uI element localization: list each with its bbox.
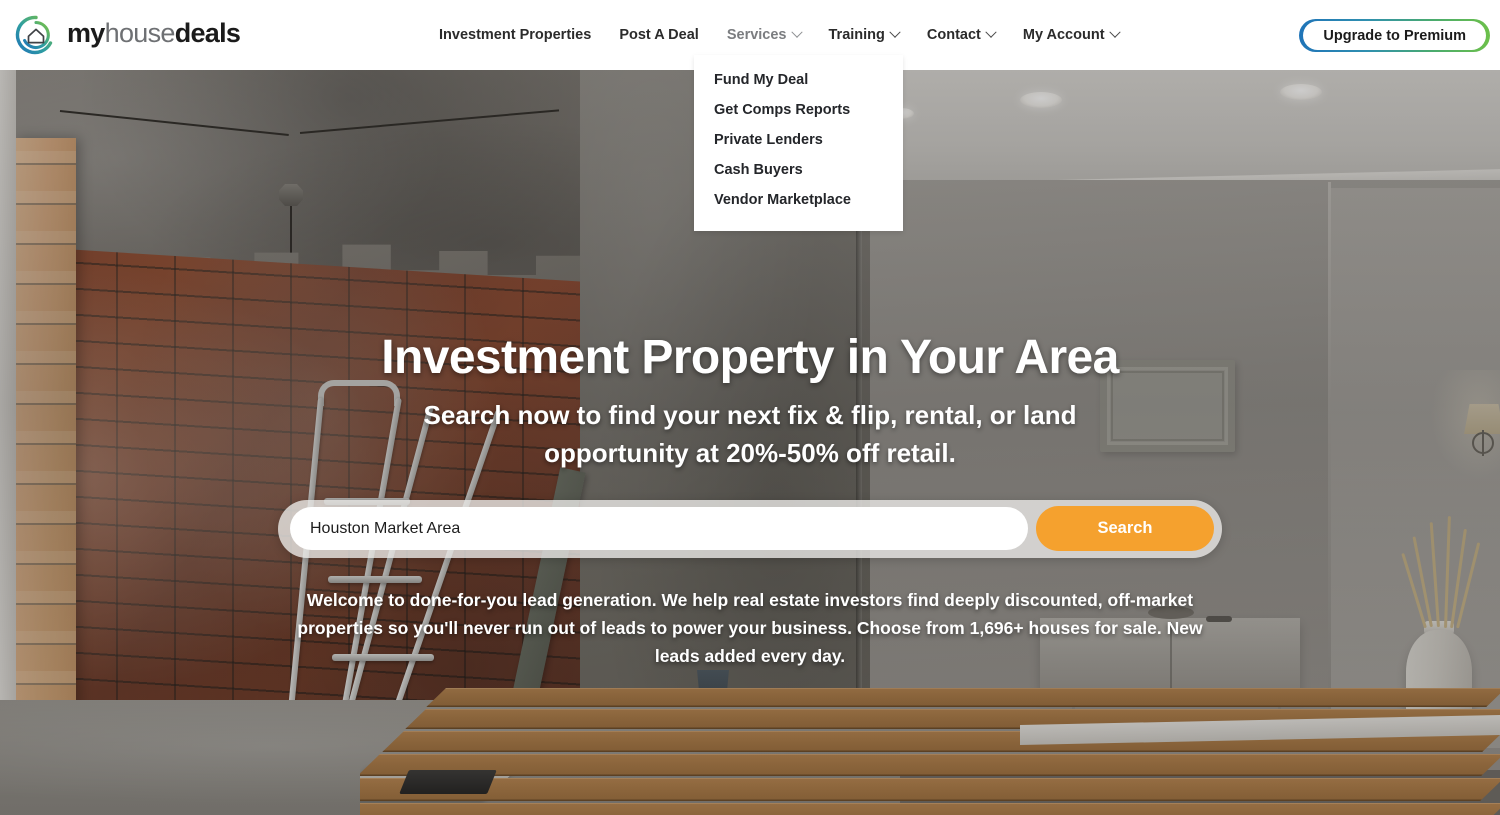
nav-label: My Account: [1022, 27, 1105, 43]
nav-label: Training: [828, 27, 885, 43]
logo-word-my: my: [67, 18, 105, 48]
nav-label: Post A Deal: [619, 27, 699, 43]
hero-subtitle: Search now to find your next fix & flip,…: [423, 400, 1077, 469]
site-logo[interactable]: myhousedeals: [14, 13, 241, 57]
nav-label: Services: [726, 27, 787, 43]
hero-description: Welcome to done-for-you lead generation.…: [297, 589, 1203, 666]
house-in-circle-logo-icon: [14, 13, 58, 57]
dropdown-item-fund-my-deal[interactable]: Fund My Deal: [694, 65, 903, 95]
search-button[interactable]: Search: [1036, 506, 1214, 552]
chevron-down-icon: [889, 26, 901, 38]
logo-word-house: house: [104, 18, 176, 48]
dropdown-item-get-comps-reports[interactable]: Get Comps Reports: [694, 95, 903, 125]
nav-label: Investment Properties: [439, 27, 592, 43]
chevron-down-icon: [985, 26, 997, 38]
dropdown-item-cash-buyers[interactable]: Cash Buyers: [694, 155, 903, 185]
upgrade-button-label: Upgrade to Premium: [1303, 21, 1486, 50]
dropdown-item-private-lenders[interactable]: Private Lenders: [694, 125, 903, 155]
dropdown-item-vendor-marketplace[interactable]: Vendor Marketplace: [694, 185, 903, 215]
logo-wordmark: myhousedeals: [67, 18, 241, 50]
chevron-down-icon: [790, 26, 803, 38]
search-bar: Search: [278, 499, 1222, 558]
upgrade-to-premium-button[interactable]: Upgrade to Premium: [1299, 19, 1490, 52]
nav-label: Contact: [926, 27, 981, 43]
page-title: Investment Property in Your Area: [381, 331, 1119, 384]
services-dropdown-menu: Fund My Deal Get Comps Reports Private L…: [694, 55, 903, 231]
logo-word-deals: deals: [174, 18, 241, 48]
nav-item-investment-properties[interactable]: Investment Properties: [425, 0, 605, 70]
nav-item-my-account[interactable]: My Account: [1009, 0, 1133, 70]
nav-item-contact[interactable]: Contact: [913, 0, 1009, 70]
search-input[interactable]: [290, 507, 1028, 551]
chevron-down-icon: [1108, 26, 1121, 38]
